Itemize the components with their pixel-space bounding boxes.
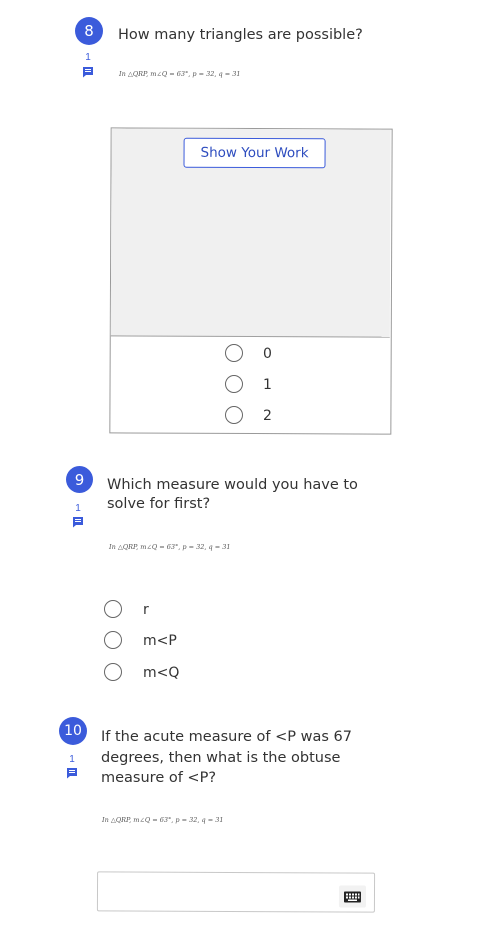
question-text-line: solve for first?: [107, 496, 211, 512]
question-formula: In △QRP, m∠Q = 63°, p = 32, q = 31: [109, 543, 231, 551]
question-text: How many triangles are possible?: [118, 27, 363, 43]
question-formula: In △QRP, m∠Q = 63°, p = 32, q = 31: [119, 70, 241, 78]
comment-icon[interactable]: [82, 66, 94, 78]
option-label: m<Q: [143, 665, 180, 681]
comment-count: 1: [75, 503, 81, 514]
question-text-line: If the acute measure of <P was 67: [101, 729, 352, 745]
question-number: 8: [84, 22, 94, 40]
option-radio-0[interactable]: [104, 600, 122, 618]
comment-icon[interactable]: [66, 767, 78, 779]
option-label: 2: [263, 408, 272, 424]
option-radio-0[interactable]: [225, 344, 243, 362]
option-label: 0: [263, 346, 272, 362]
option-radio-1[interactable]: [104, 631, 122, 649]
question-number-badge: 8: [75, 17, 103, 45]
question-text-line: degrees, then what is the obtuse: [101, 750, 341, 766]
question-text-line: measure of <P?: [101, 770, 217, 786]
option-label: r: [143, 602, 149, 618]
option-radio-2[interactable]: [104, 663, 122, 681]
question-text-line: Which measure would you have to: [107, 477, 358, 493]
question-number-badge: 9: [66, 466, 93, 493]
question-formula: In △QRP, m∠Q = 63°, p = 32, q = 31: [102, 816, 224, 824]
option-label: m<P: [143, 633, 177, 649]
keyboard-icon: [343, 890, 362, 903]
option-radio-2[interactable]: [225, 406, 243, 424]
comment-icon[interactable]: [72, 516, 84, 528]
option-label: 1: [263, 377, 272, 393]
show-your-work-button[interactable]: Show Your Work: [183, 137, 326, 169]
show-work-panel: Show Your Work: [109, 127, 393, 435]
comment-count: 1: [85, 52, 91, 63]
comment-count: 1: [69, 754, 75, 765]
question-number-badge: 10: [59, 717, 87, 745]
option-radio-1[interactable]: [225, 375, 243, 393]
keyboard-button[interactable]: [338, 885, 367, 908]
question-number: 9: [74, 470, 85, 489]
question-number: 10: [64, 723, 82, 739]
answer-input[interactable]: [96, 871, 376, 913]
